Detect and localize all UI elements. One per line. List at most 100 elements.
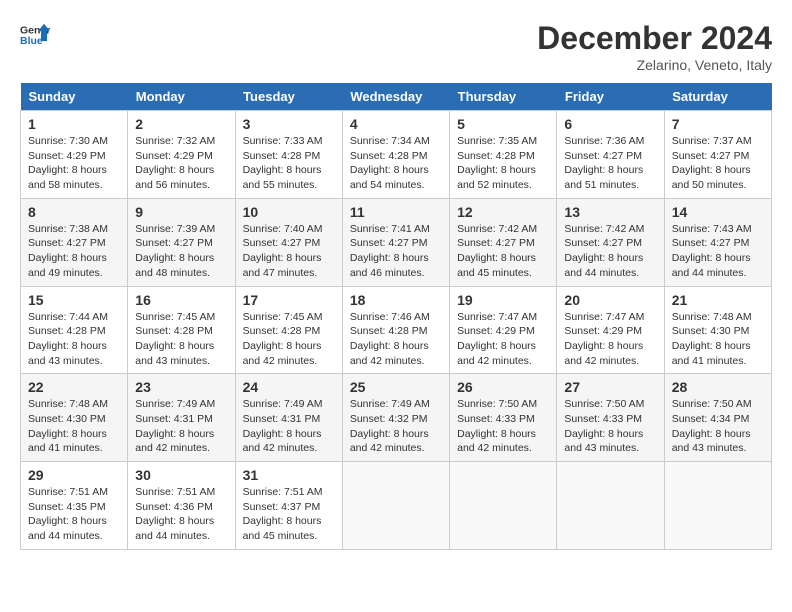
day-number: 14 (672, 204, 764, 220)
day-detail: Sunrise: 7:47 AMSunset: 4:29 PMDaylight:… (457, 310, 549, 369)
calendar-cell: 11 Sunrise: 7:41 AMSunset: 4:27 PMDayligh… (342, 198, 449, 286)
day-detail: Sunrise: 7:34 AMSunset: 4:28 PMDaylight:… (350, 134, 442, 193)
day-number: 7 (672, 116, 764, 132)
calendar-cell: 3 Sunrise: 7:33 AMSunset: 4:28 PMDaylight… (235, 111, 342, 199)
calendar-cell: 22 Sunrise: 7:48 AMSunset: 4:30 PMDayligh… (21, 374, 128, 462)
day-detail: Sunrise: 7:42 AMSunset: 4:27 PMDaylight:… (457, 222, 549, 281)
calendar-cell: 14 Sunrise: 7:43 AMSunset: 4:27 PMDayligh… (664, 198, 771, 286)
calendar-row: 22 Sunrise: 7:48 AMSunset: 4:30 PMDayligh… (21, 374, 772, 462)
calendar-cell: 25Sunrise: 7:49 AMSunset: 4:32 PMDayligh… (342, 374, 449, 462)
day-detail: Sunrise: 7:38 AMSunset: 4:27 PMDaylight:… (28, 222, 120, 281)
calendar-table: Sunday Monday Tuesday Wednesday Thursday… (20, 83, 772, 550)
day-number: 4 (350, 116, 442, 132)
day-detail: Sunrise: 7:50 AMSunset: 4:34 PMDaylight:… (672, 397, 764, 456)
day-number: 18 (350, 292, 442, 308)
calendar-cell: 30 Sunrise: 7:51 AMSunset: 4:36 PMDayligh… (128, 462, 235, 550)
day-detail: Sunrise: 7:45 AMSunset: 4:28 PMDaylight:… (243, 310, 335, 369)
day-number: 22 (28, 379, 120, 395)
day-detail: Sunrise: 7:46 AMSunset: 4:28 PMDaylight:… (350, 310, 442, 369)
calendar-cell: 9Sunrise: 7:39 AMSunset: 4:27 PMDaylight… (128, 198, 235, 286)
day-detail: Sunrise: 7:37 AMSunset: 4:27 PMDaylight:… (672, 134, 764, 193)
day-detail: Sunrise: 7:51 AMSunset: 4:35 PMDaylight:… (28, 485, 120, 544)
day-number: 26 (457, 379, 549, 395)
day-number: 6 (564, 116, 656, 132)
day-number: 1 (28, 116, 120, 132)
day-number: 29 (28, 467, 120, 483)
day-number: 10 (243, 204, 335, 220)
calendar-cell: 26Sunrise: 7:50 AMSunset: 4:33 PMDayligh… (450, 374, 557, 462)
calendar-cell: 23Sunrise: 7:49 AMSunset: 4:31 PMDayligh… (128, 374, 235, 462)
calendar-cell: 31 Sunrise: 7:51 AMSunset: 4:37 PMDayligh… (235, 462, 342, 550)
calendar-cell: 1 Sunrise: 7:30 AMSunset: 4:29 PMDaylight… (21, 111, 128, 199)
calendar-cell: 5Sunrise: 7:35 AMSunset: 4:28 PMDaylight… (450, 111, 557, 199)
day-detail: Sunrise: 7:51 AMSunset: 4:37 PMDaylight:… (243, 485, 335, 544)
page-subtitle: Zelarino, Veneto, Italy (537, 57, 772, 73)
day-number: 19 (457, 292, 549, 308)
logo: General Blue (20, 20, 50, 50)
page-title: December 2024 (537, 20, 772, 57)
day-detail: Sunrise: 7:40 AMSunset: 4:27 PMDaylight:… (243, 222, 335, 281)
header-tuesday: Tuesday (235, 83, 342, 111)
calendar-cell: 27Sunrise: 7:50 AMSunset: 4:33 PMDayligh… (557, 374, 664, 462)
header-saturday: Saturday (664, 83, 771, 111)
day-number: 16 (135, 292, 227, 308)
day-number: 9 (135, 204, 227, 220)
day-number: 15 (28, 292, 120, 308)
day-number: 8 (28, 204, 120, 220)
day-detail: Sunrise: 7:30 AMSunset: 4:29 PMDaylight:… (28, 134, 120, 193)
title-section: December 2024 Zelarino, Veneto, Italy (537, 20, 772, 73)
calendar-cell: 6 Sunrise: 7:36 AMSunset: 4:27 PMDaylight… (557, 111, 664, 199)
calendar-cell: 28 Sunrise: 7:50 AMSunset: 4:34 PMDayligh… (664, 374, 771, 462)
calendar-cell: 7 Sunrise: 7:37 AMSunset: 4:27 PMDaylight… (664, 111, 771, 199)
day-detail: Sunrise: 7:51 AMSunset: 4:36 PMDaylight:… (135, 485, 227, 544)
calendar-cell: 18 Sunrise: 7:46 AMSunset: 4:28 PMDayligh… (342, 286, 449, 374)
day-number: 13 (564, 204, 656, 220)
calendar-cell: 4 Sunrise: 7:34 AMSunset: 4:28 PMDaylight… (342, 111, 449, 199)
day-detail: Sunrise: 7:48 AMSunset: 4:30 PMDaylight:… (672, 310, 764, 369)
day-detail: Sunrise: 7:33 AMSunset: 4:28 PMDaylight:… (243, 134, 335, 193)
day-number: 5 (457, 116, 549, 132)
day-number: 23 (135, 379, 227, 395)
calendar-cell (664, 462, 771, 550)
calendar-cell: 29 Sunrise: 7:51 AMSunset: 4:35 PMDayligh… (21, 462, 128, 550)
day-detail: Sunrise: 7:43 AMSunset: 4:27 PMDaylight:… (672, 222, 764, 281)
day-detail: Sunrise: 7:49 AMSunset: 4:31 PMDaylight:… (243, 397, 335, 456)
day-detail: Sunrise: 7:48 AMSunset: 4:30 PMDaylight:… (28, 397, 120, 456)
header-thursday: Thursday (450, 83, 557, 111)
calendar-row: 1 Sunrise: 7:30 AMSunset: 4:29 PMDaylight… (21, 111, 772, 199)
day-number: 17 (243, 292, 335, 308)
day-number: 25 (350, 379, 442, 395)
calendar-cell: 24 Sunrise: 7:49 AMSunset: 4:31 PMDayligh… (235, 374, 342, 462)
day-detail: Sunrise: 7:41 AMSunset: 4:27 PMDaylight:… (350, 222, 442, 281)
day-number: 11 (350, 204, 442, 220)
calendar-cell: 12Sunrise: 7:42 AMSunset: 4:27 PMDayligh… (450, 198, 557, 286)
header-monday: Monday (128, 83, 235, 111)
day-detail: Sunrise: 7:36 AMSunset: 4:27 PMDaylight:… (564, 134, 656, 193)
calendar-cell: 17 Sunrise: 7:45 AMSunset: 4:28 PMDayligh… (235, 286, 342, 374)
day-detail: Sunrise: 7:44 AMSunset: 4:28 PMDaylight:… (28, 310, 120, 369)
day-number: 28 (672, 379, 764, 395)
calendar-row: 8 Sunrise: 7:38 AMSunset: 4:27 PMDaylight… (21, 198, 772, 286)
day-detail: Sunrise: 7:45 AMSunset: 4:28 PMDaylight:… (135, 310, 227, 369)
calendar-cell (557, 462, 664, 550)
day-number: 20 (564, 292, 656, 308)
calendar-cell: 8 Sunrise: 7:38 AMSunset: 4:27 PMDaylight… (21, 198, 128, 286)
day-number: 24 (243, 379, 335, 395)
page-header: General Blue December 2024 Zelarino, Ven… (20, 20, 772, 73)
calendar-cell: 10 Sunrise: 7:40 AMSunset: 4:27 PMDayligh… (235, 198, 342, 286)
calendar-row: 15 Sunrise: 7:44 AMSunset: 4:28 PMDayligh… (21, 286, 772, 374)
day-number: 3 (243, 116, 335, 132)
calendar-cell (342, 462, 449, 550)
calendar-cell: 19 Sunrise: 7:47 AMSunset: 4:29 PMDayligh… (450, 286, 557, 374)
day-detail: Sunrise: 7:42 AMSunset: 4:27 PMDaylight:… (564, 222, 656, 281)
day-detail: Sunrise: 7:32 AMSunset: 4:29 PMDaylight:… (135, 134, 227, 193)
header-friday: Friday (557, 83, 664, 111)
header-wednesday: Wednesday (342, 83, 449, 111)
day-detail: Sunrise: 7:47 AMSunset: 4:29 PMDaylight:… (564, 310, 656, 369)
calendar-cell: 13 Sunrise: 7:42 AMSunset: 4:27 PMDayligh… (557, 198, 664, 286)
calendar-cell: 20 Sunrise: 7:47 AMSunset: 4:29 PMDayligh… (557, 286, 664, 374)
calendar-cell: 15 Sunrise: 7:44 AMSunset: 4:28 PMDayligh… (21, 286, 128, 374)
calendar-header-row: Sunday Monday Tuesday Wednesday Thursday… (21, 83, 772, 111)
day-number: 30 (135, 467, 227, 483)
day-number: 31 (243, 467, 335, 483)
